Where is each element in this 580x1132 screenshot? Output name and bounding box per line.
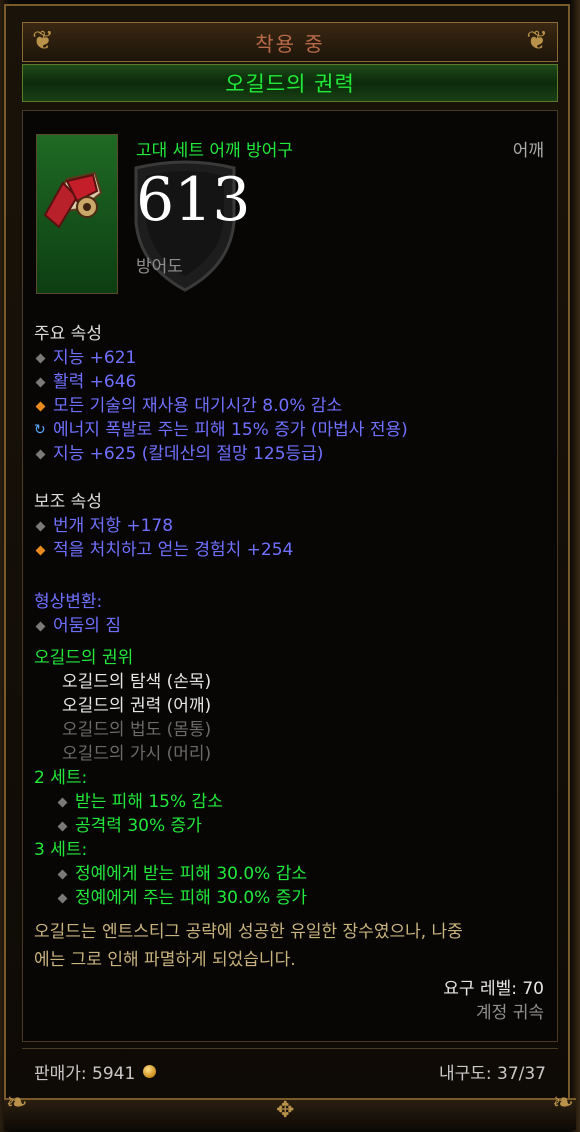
ornament-right-icon: ❦	[526, 26, 548, 56]
primary-attributes: 주요 속성 지능 +621 활력 +646 모든 기술의 재사용 대기시간 8.…	[34, 322, 408, 466]
ornament-bottom-right-icon: ❧	[552, 1088, 574, 1118]
required-level: 요구 레벨: 70	[443, 979, 544, 999]
set-bonus-effect: 공격력 30% 증가	[34, 814, 307, 838]
right-background-strip	[570, 0, 580, 1132]
item-name: 오길드의 권력	[225, 72, 355, 96]
transmog-heading: 형상변환:	[34, 592, 103, 612]
item-name-bar: 오길드의 권력	[22, 64, 558, 102]
secondary-attributes: 보조 속성 번개 저항 +178 적을 처치하고 얻는 경험치 +254	[34, 490, 293, 562]
attr-text: 적을 처치하고 얻는 경험치 +254	[53, 540, 294, 560]
account-bound: 계정 귀속	[476, 1003, 544, 1023]
grey-diamond-icon	[35, 353, 46, 363]
equipped-header: 착용 중	[22, 22, 558, 62]
grey-diamond-icon	[35, 377, 46, 387]
flavor-line: 오길드는 엔트스티그 공략에 성공한 유일한 장수였으나, 나중	[34, 922, 463, 942]
flavor-text: 오길드는 엔트스티그 공략에 성공한 유일한 장수였으나, 나중 에는 그로 인…	[34, 918, 544, 974]
effect-text: 정예에게 받는 피해 30.0% 감소	[75, 864, 308, 884]
attr-text: 지능 +625 (칼데산의 절망 125등급)	[53, 444, 324, 464]
blue-swirl-icon: ↻	[34, 422, 46, 438]
grey-diamond-icon	[57, 893, 68, 903]
orange-diamond-icon	[35, 401, 46, 411]
set-bonus-effect: 정예에게 주는 피해 30.0% 증가	[34, 886, 307, 910]
grey-diamond-icon	[57, 821, 68, 831]
item-icon-slot	[36, 134, 118, 294]
grey-diamond-icon	[35, 449, 46, 459]
tooltip-footer: 판매가: 5941 내구도: 37/37	[22, 1048, 558, 1092]
grey-diamond-icon	[57, 869, 68, 879]
primary-heading: 주요 속성	[34, 324, 102, 344]
primary-attr: 활력 +646	[34, 370, 408, 394]
attr-text: 에너지 폭발로 주는 피해 15% 증가 (마법사 전용)	[53, 420, 408, 440]
ornament-bottom-center-icon: ✥	[276, 1098, 295, 1123]
effect-text: 정예에게 주는 피해 30.0% 증가	[75, 888, 308, 908]
primary-attr: 지능 +621	[34, 346, 408, 370]
shoulder-armor-icon	[43, 171, 103, 229]
effect-text: 공격력 30% 증가	[75, 816, 202, 836]
transmog-row: 어둠의 짐	[34, 614, 121, 638]
item-slot-name: 어깨	[512, 141, 544, 161]
transmog-section: 형상변환: 어둠의 짐	[34, 590, 121, 638]
primary-attr: ↻ 에너지 폭발로 주는 피해 15% 증가 (마법사 전용)	[34, 418, 408, 442]
secondary-attr: 적을 처치하고 얻는 경험치 +254	[34, 538, 293, 562]
armor-label: 방어도	[136, 257, 183, 277]
grey-diamond-icon	[57, 797, 68, 807]
set-bonus-effect: 받는 피해 15% 감소	[34, 790, 307, 814]
set-bonus-label: 2 세트:	[34, 768, 88, 788]
set-name: 오길드의 권위	[34, 648, 134, 668]
set-section: 오길드의 권위 오길드의 탐색 (손목) 오길드의 권력 (어깨) 오길드의 법…	[34, 646, 307, 910]
equipped-label: 착용 중	[255, 31, 325, 56]
secondary-heading: 보조 속성	[34, 492, 102, 512]
set-bonus-effect: 정예에게 받는 피해 30.0% 감소	[34, 862, 307, 886]
gold-coin-icon	[143, 1065, 157, 1078]
flavor-line: 에는 그로 인해 파멸하게 되었습니다.	[34, 950, 296, 970]
sell-price: 판매가: 5941	[34, 1059, 157, 1084]
set-piece-missing: 오길드의 법도 (몸통)	[62, 720, 212, 740]
set-piece-owned: 오길드의 권력 (어깨)	[62, 696, 212, 716]
ornament-bottom-left-icon: ❧	[6, 1088, 28, 1118]
effect-text: 받는 피해 15% 감소	[75, 792, 223, 812]
orange-diamond-icon	[35, 545, 46, 555]
armor-value: 613	[136, 165, 251, 235]
secondary-attr: 번개 저항 +178	[34, 514, 293, 538]
set-piece-owned: 오길드의 탐색 (손목)	[62, 672, 212, 692]
attr-text: 활력 +646	[53, 372, 137, 392]
grey-diamond-icon	[35, 521, 46, 531]
primary-attr: 지능 +625 (칼데산의 절망 125등급)	[34, 442, 408, 466]
primary-attr: 모든 기술의 재사용 대기시간 8.0% 감소	[34, 394, 408, 418]
attr-text: 번개 저항 +178	[53, 516, 174, 536]
attr-text: 모든 기술의 재사용 대기시간 8.0% 감소	[53, 396, 343, 416]
transmog-value: 어둠의 짐	[53, 616, 121, 636]
attr-text: 지능 +621	[53, 348, 137, 368]
sell-price-text: 판매가: 5941	[34, 1064, 136, 1084]
grey-diamond-icon	[35, 621, 46, 631]
ornament-left-icon: ❦	[32, 26, 54, 56]
set-bonus-label: 3 세트:	[34, 840, 88, 860]
durability: 내구도: 37/37	[438, 1064, 546, 1084]
set-piece-missing: 오길드의 가시 (머리)	[62, 744, 212, 764]
